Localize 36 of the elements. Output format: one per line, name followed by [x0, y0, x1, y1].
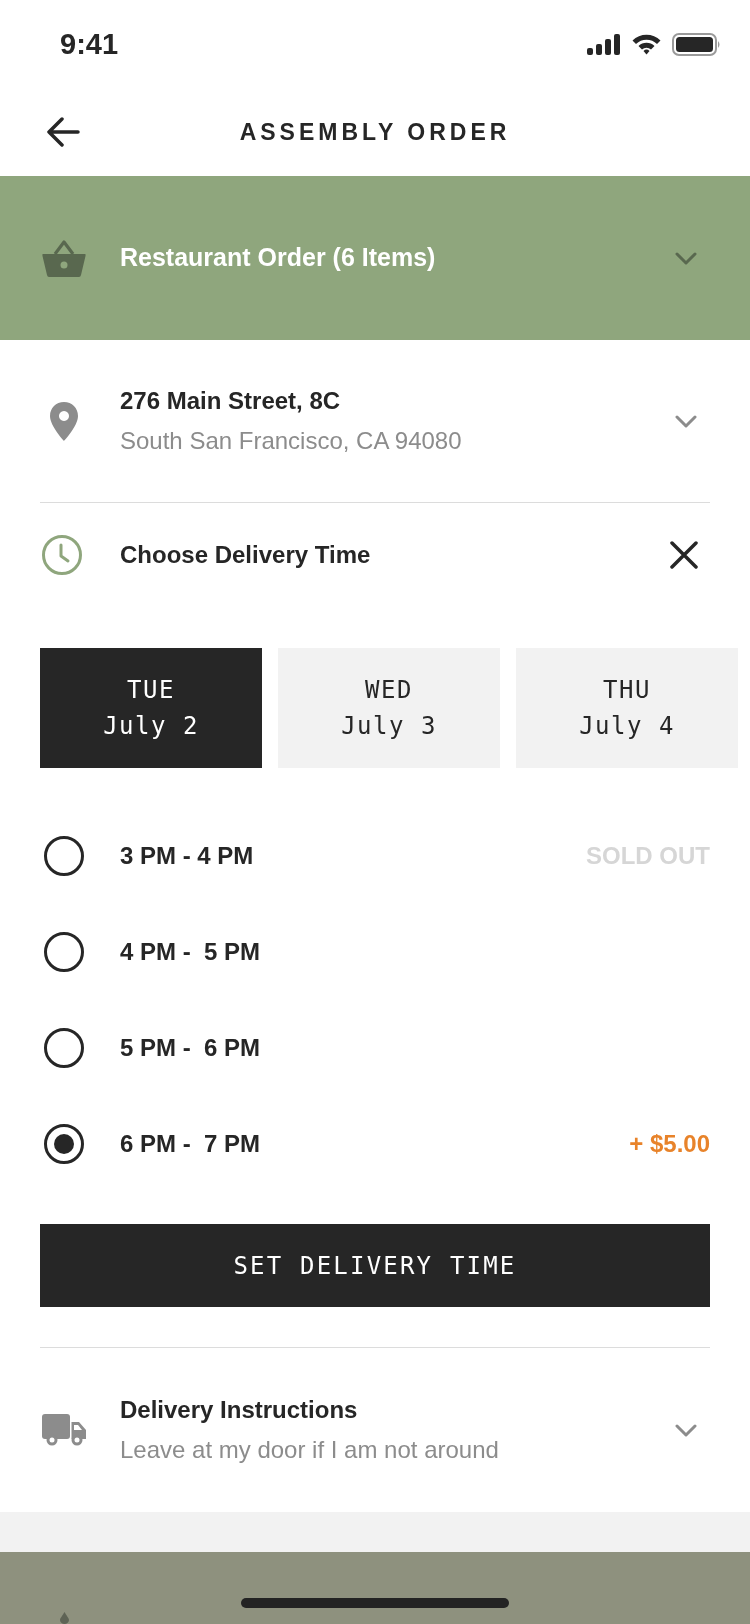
order-summary-label: Restaurant Order (6 Items) [120, 242, 437, 274]
truck-icon [42, 1414, 86, 1446]
close-button[interactable] [670, 541, 698, 569]
day-tab[interactable]: TUE July 2 [40, 648, 262, 768]
status-time: 9:41 [60, 29, 119, 59]
instructions-title: Delivery Instructions [120, 1395, 359, 1425]
radio-button[interactable] [44, 1124, 84, 1164]
set-delivery-time-button[interactable]: SET DELIVERY TIME [40, 1224, 710, 1307]
chevron-down-icon [675, 251, 697, 265]
radio-button[interactable] [44, 836, 84, 876]
section-title: Choose Delivery Time [120, 540, 372, 570]
day-tab[interactable]: WED July 3 [278, 648, 500, 768]
time-slot-label: 5 PM - 6 PM [120, 1033, 262, 1063]
page-title: ASSEMBLY ORDER [239, 117, 511, 147]
instructions-text: Leave at my door if I am not around [120, 1435, 500, 1465]
address-subline: South San Francisco, CA 94080 [120, 426, 463, 456]
back-button[interactable] [46, 117, 80, 147]
wifi-icon [631, 33, 662, 55]
surcharge-label: + $5.00 [629, 1129, 710, 1159]
map-pin-icon [50, 401, 78, 441]
day-tab[interactable]: THU July 4 [516, 648, 738, 768]
time-slot-label: 3 PM - 4 PM [120, 841, 255, 871]
time-slot-label: 6 PM - 7 PM [120, 1129, 262, 1159]
close-icon [670, 541, 698, 569]
signal-icon [587, 33, 621, 55]
radio-button[interactable] [44, 932, 84, 972]
battery-icon [672, 32, 721, 56]
radio-button[interactable] [44, 1028, 84, 1068]
chevron-down-icon [675, 414, 697, 428]
drop-icon [60, 1612, 69, 1624]
time-slot-label: 4 PM - 5 PM [120, 937, 262, 967]
address-line: 276 Main Street, 8C [120, 386, 342, 416]
arrow-left-icon [46, 117, 80, 147]
chevron-down-icon [675, 1423, 697, 1437]
clock-icon [42, 535, 82, 575]
basket-icon [42, 239, 86, 277]
